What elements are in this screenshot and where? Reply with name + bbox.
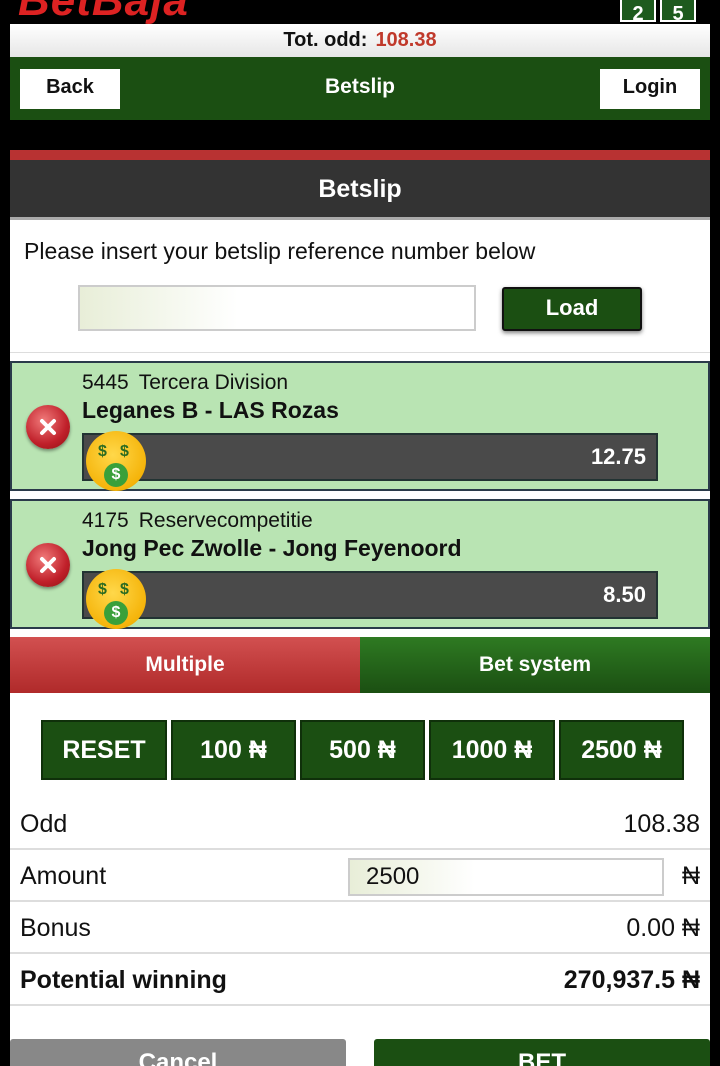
amount-input[interactable]: 2500 (348, 858, 664, 896)
quick-amount-500-button[interactable]: 500 ₦ (300, 720, 425, 780)
odd-bar: 12.75 (82, 433, 658, 481)
potential-winning-label: Potential winning (20, 966, 227, 994)
load-button[interactable]: Load (502, 287, 642, 331)
money-mouth-emoji-icon: $ $ $ (86, 569, 146, 629)
match-code: 4175 (82, 509, 129, 532)
reset-amount-button[interactable]: RESET (41, 720, 167, 780)
place-bet-button[interactable]: BET (374, 1039, 710, 1066)
total-odd-label: Tot. odd: (283, 29, 368, 51)
bonus-label: Bonus (20, 914, 91, 942)
tab-bet-system[interactable]: Bet system (360, 637, 710, 693)
odd-row: Odd 108.38 (10, 798, 710, 850)
cancel-button[interactable]: Cancel (10, 1039, 346, 1066)
remove-selection-icon[interactable] (26, 405, 70, 449)
betslip-panel: Betslip Please insert your betslip refer… (10, 150, 710, 1066)
betslip-title: Betslip (10, 160, 710, 220)
bonus-row: Bonus 0.00 ₦ (10, 902, 710, 954)
reference-input[interactable] (78, 285, 476, 331)
odd-value: 108.38 (623, 810, 700, 838)
match-teams: Jong Pec Zwolle - Jong Feyenoord (82, 535, 462, 561)
currency-symbol: ₦ (681, 862, 700, 890)
odd-bar: 8.50 (82, 571, 658, 619)
back-button[interactable]: Back (20, 69, 120, 109)
remove-selection-icon[interactable] (26, 543, 70, 587)
match-code: 5445 (82, 371, 129, 394)
quick-amount-100-button[interactable]: 100 ₦ (171, 720, 296, 780)
selection-odd: 12.75 (590, 444, 646, 469)
quick-amount-1000-button[interactable]: 1000 ₦ (429, 720, 555, 780)
bet-selection: 5445 Tercera Division Leganes B - LAS Roz… (10, 361, 710, 491)
bonus-value: 0.00 ₦ (626, 914, 700, 942)
bet-selection: 4175 Reservecompetitie Jong Pec Zwolle - … (10, 499, 710, 629)
league-name: Tercera Division (138, 371, 289, 394)
money-mouth-emoji-icon: $ $ $ (86, 431, 146, 491)
total-odd-value: 108.38 (375, 29, 437, 51)
potential-winning-value: 270,937.5 ₦ (563, 966, 700, 994)
odd-label: Odd (20, 810, 68, 838)
amount-label: Amount (20, 862, 107, 890)
match-info: 4175 Reservecompetitie (82, 509, 313, 533)
nav-bar: Betslip Back Login (10, 57, 710, 120)
divider (10, 150, 710, 160)
total-odd-bar: Tot. odd: 108.38 (10, 24, 710, 57)
match-teams: Leganes B - LAS Rozas (82, 397, 339, 423)
logo: BetBaja (18, 0, 189, 24)
league-name: Reservecompetitie (138, 509, 313, 532)
reference-instruction: Please insert your betslip reference num… (24, 238, 536, 264)
bet-type-tabs: Multiple Bet system (10, 637, 710, 693)
tab-multiple[interactable]: Multiple (10, 637, 360, 693)
counter-badge[interactable]: 5 (660, 0, 696, 24)
match-info: 5445 Tercera Division (82, 371, 288, 395)
quick-amount-2500-button[interactable]: 2500 ₦ (559, 720, 684, 780)
potential-winning-row: Potential winning 270,937.5 ₦ (10, 954, 710, 1006)
counter-badge[interactable]: 2 (620, 0, 656, 24)
login-button[interactable]: Login (600, 69, 700, 109)
amount-row: Amount 2500 ₦ (10, 850, 710, 902)
divider (10, 352, 710, 353)
top-strip: BetBaja 2 5 (0, 0, 720, 24)
selection-odd: 8.50 (603, 582, 646, 607)
